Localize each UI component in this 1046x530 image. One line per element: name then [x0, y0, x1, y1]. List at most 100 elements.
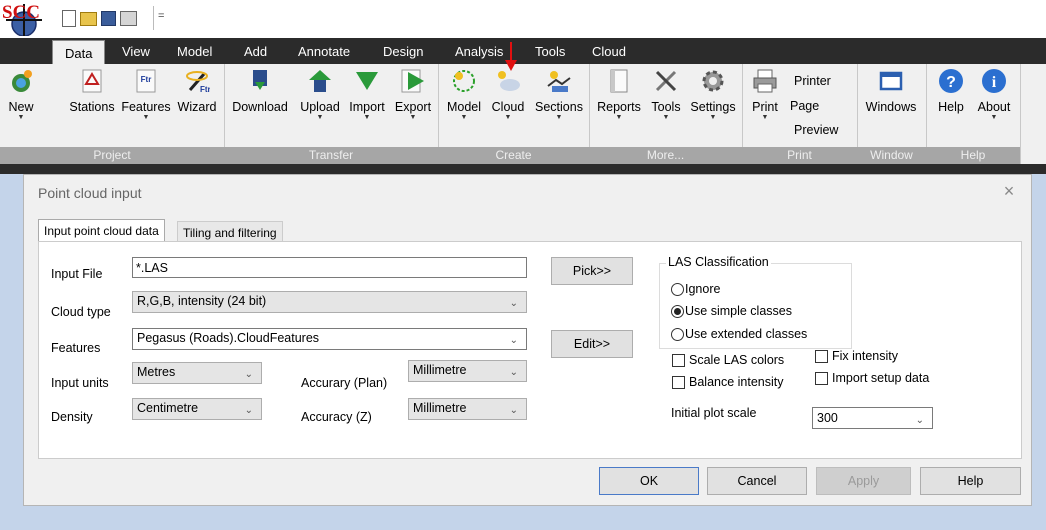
edit-button[interactable]: Edit>>: [551, 330, 633, 358]
print-button[interactable]: Print ▼: [748, 68, 782, 122]
wizard-button[interactable]: Ftr Wizard: [172, 68, 222, 114]
open-folder-icon[interactable]: [80, 12, 97, 26]
tab-cloud[interactable]: Cloud: [592, 44, 626, 59]
density-label: Density: [51, 410, 93, 424]
printer-icon: [753, 69, 777, 93]
features-dropdown-arrow: ▼: [142, 114, 150, 121]
cancel-button[interactable]: Cancel: [707, 467, 807, 495]
las-classification-legend: LAS Classification: [666, 255, 771, 269]
import-button[interactable]: Import ▼: [344, 68, 390, 122]
tools-icon: [655, 70, 677, 92]
windows-button[interactable]: Windows: [859, 68, 923, 114]
wizard-icon: Ftr: [186, 71, 210, 94]
group-label-create: Create: [438, 147, 589, 164]
tools-button[interactable]: Tools ▼: [647, 68, 685, 122]
initial-plot-scale-select[interactable]: 300 ⌄: [812, 407, 933, 429]
download-icon: [253, 70, 267, 90]
density-select[interactable]: Centimetre ⌄: [132, 398, 262, 420]
pick-button[interactable]: Pick>>: [551, 257, 633, 285]
ribbon: New ▼ Stations Ftr Features ▼ Ftr Wizard…: [0, 42, 1046, 164]
new-file-icon[interactable]: [62, 10, 76, 27]
new-button[interactable]: New ▼: [6, 68, 36, 122]
input-units-select[interactable]: Metres ⌄: [132, 362, 262, 384]
scale-las-colors-label: Scale LAS colors: [689, 353, 785, 367]
close-icon[interactable]: ×: [999, 181, 1019, 202]
radio-use-simple-classes[interactable]: [671, 305, 684, 318]
download-button[interactable]: Download: [228, 68, 292, 114]
input-units-label: Input units: [51, 376, 109, 390]
save-icon[interactable]: [101, 11, 116, 26]
tools-label: Tools: [651, 100, 681, 114]
stations-label: Stations: [69, 100, 115, 114]
point-cloud-dialog: Point cloud input × Input point cloud da…: [23, 174, 1032, 506]
printer-button[interactable]: Printer: [794, 74, 831, 88]
sections-label: Sections: [535, 100, 583, 114]
help-button[interactable]: Help: [920, 467, 1021, 495]
tab-panel: Input File Cloud type Features Input uni…: [38, 241, 1022, 459]
qat-dropdown[interactable]: =: [158, 10, 164, 22]
cloud-button[interactable]: Cloud ▼: [486, 68, 530, 122]
import-dropdown-arrow: ▼: [363, 114, 371, 121]
chevron-down-icon: ⌄: [244, 405, 253, 416]
initial-plot-scale-value: 300: [817, 411, 838, 425]
tab-analysis[interactable]: Analysis: [455, 44, 503, 59]
print-icon[interactable]: [120, 11, 137, 26]
tab-data[interactable]: Data: [52, 40, 106, 67]
export-dropdown-arrow: ▼: [409, 114, 417, 121]
radio-use-extended-classes-label: Use extended classes: [685, 327, 808, 341]
fix-intensity-checkbox[interactable]: [815, 350, 828, 363]
upload-icon: [309, 70, 331, 92]
chevron-down-icon: ⌄: [244, 369, 253, 380]
reports-label: Reports: [597, 100, 641, 114]
scale-las-colors-checkbox[interactable]: [672, 354, 685, 367]
radio-ignore[interactable]: [671, 283, 684, 296]
about-button[interactable]: i About ▼: [972, 68, 1016, 122]
preview-button[interactable]: Preview: [794, 123, 838, 137]
model-button[interactable]: Model ▼: [444, 68, 484, 122]
tab-add[interactable]: Add: [244, 44, 267, 59]
group-more: Reports ▼ Tools ▼ Settings ▼ More...: [589, 64, 743, 164]
features-select[interactable]: Pegasus (Roads).CloudFeatures ⌄: [132, 328, 527, 350]
tab-tools[interactable]: Tools: [535, 44, 565, 59]
input-file-field[interactable]: *.LAS: [132, 257, 527, 278]
tab-view[interactable]: View: [122, 44, 150, 59]
reports-button[interactable]: Reports ▼: [593, 68, 645, 122]
radio-ignore-label: Ignore: [685, 282, 721, 296]
app-logo[interactable]: SCC: [2, 2, 58, 37]
input-file-label: Input File: [51, 267, 103, 281]
accuracy-z-value: Millimetre: [413, 401, 467, 415]
import-setup-data-checkbox[interactable]: [815, 372, 828, 385]
group-label-transfer: Transfer: [224, 147, 438, 164]
page-button[interactable]: Page: [790, 99, 819, 113]
apply-button[interactable]: Apply: [816, 467, 911, 495]
group-create: Model ▼ Cloud ▼ Sections ▼ Create: [438, 64, 590, 164]
sections-button[interactable]: Sections ▼: [532, 68, 586, 122]
ribbon-tab-strip: Data View Model Add Annotate Design Anal…: [0, 38, 1046, 67]
cloud-type-select[interactable]: R,G,B, intensity (24 bit) ⌄: [132, 291, 527, 313]
radio-use-extended-classes[interactable]: [671, 328, 684, 341]
upload-button[interactable]: Upload ▼: [296, 68, 344, 122]
tab-annotate[interactable]: Annotate: [298, 44, 350, 59]
upload-label: Upload: [300, 100, 340, 114]
ok-button[interactable]: OK: [599, 467, 699, 495]
input-units-value: Metres: [137, 365, 176, 379]
group-help: ? Help i About ▼ Help: [926, 64, 1021, 164]
balance-intensity-checkbox[interactable]: [672, 376, 685, 389]
export-button[interactable]: Export ▼: [392, 68, 434, 122]
tab-input-point-cloud-data[interactable]: Input point cloud data: [38, 219, 165, 242]
dialog-title: Point cloud input: [38, 185, 142, 201]
chevron-down-icon: ⌄: [509, 405, 518, 416]
ribbon-bottom-strip: [0, 164, 1046, 174]
initial-plot-scale-label: Initial plot scale: [671, 406, 757, 420]
red-arrow-icon: [505, 42, 517, 71]
stations-button[interactable]: Stations: [64, 68, 120, 114]
tab-model[interactable]: Model: [177, 44, 212, 59]
density-value: Centimetre: [137, 401, 199, 415]
chevron-down-icon: ⌄: [509, 335, 518, 346]
tab-design[interactable]: Design: [383, 44, 423, 59]
help-ribbon-button[interactable]: ? Help: [932, 68, 970, 114]
features-button[interactable]: Ftr Features ▼: [118, 68, 174, 122]
accuracy-z-select[interactable]: Millimetre ⌄: [408, 398, 527, 420]
settings-button[interactable]: Settings ▼: [687, 68, 739, 122]
accuracy-plan-select[interactable]: Millimetre ⌄: [408, 360, 527, 382]
